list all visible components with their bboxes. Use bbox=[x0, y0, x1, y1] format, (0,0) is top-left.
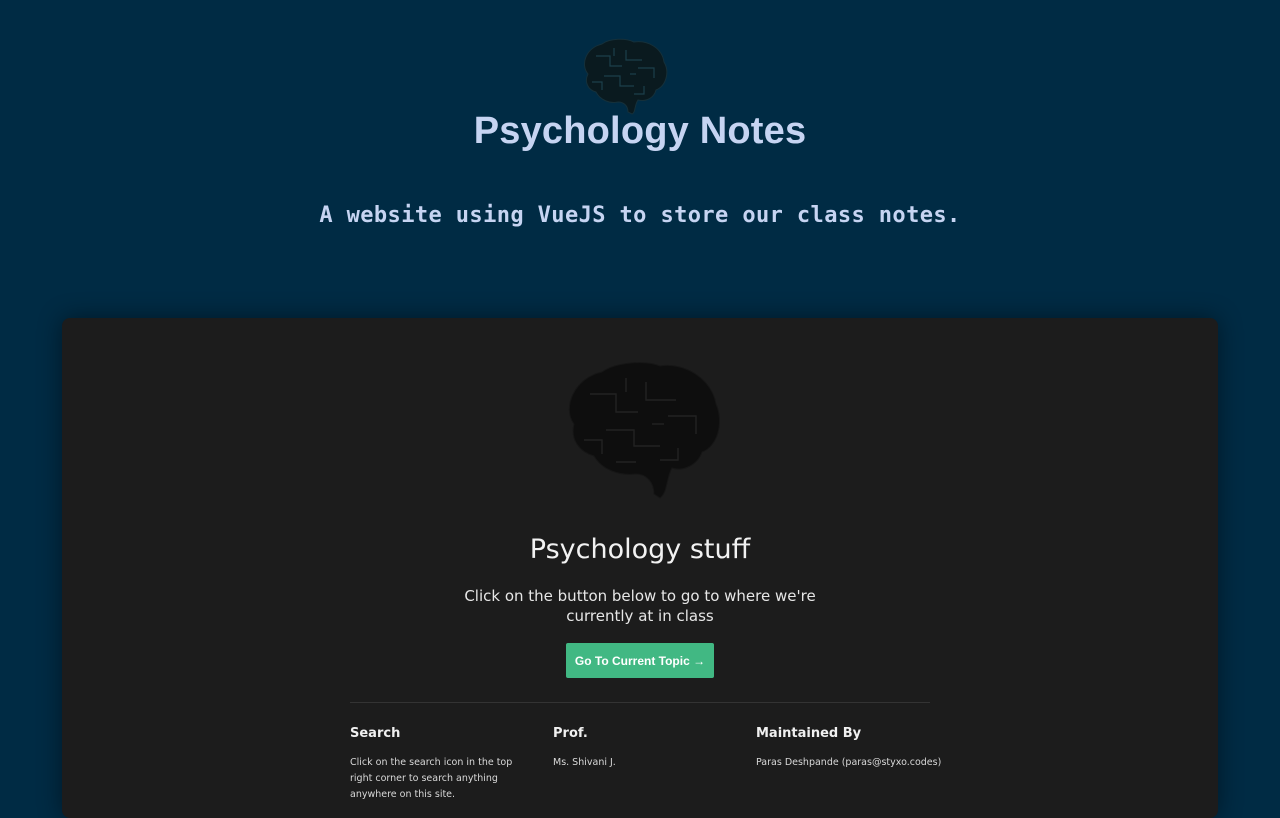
brain-icon bbox=[568, 362, 720, 499]
footer-divider bbox=[350, 702, 930, 703]
footer-heading: Prof. bbox=[553, 726, 588, 741]
main-card: Psychology stuff Click on the button bel… bbox=[62, 318, 1218, 818]
footer-text: Ms. Shivani J. bbox=[553, 757, 616, 768]
footer-heading: Search bbox=[350, 726, 401, 741]
brain-icon bbox=[584, 38, 668, 115]
footer-maintainer-section: Maintained By Paras Deshpande (paras@sty… bbox=[756, 726, 956, 771]
footer-heading: Maintained By bbox=[756, 726, 862, 741]
card-title: Psychology stuff bbox=[529, 534, 751, 565]
site-header: Psychology Notes A website using VueJS t… bbox=[0, 0, 1280, 320]
footer-prof-section: Prof. Ms. Shivani J. bbox=[553, 726, 733, 771]
card-description: Click on the button below to go to where… bbox=[464, 587, 816, 625]
site-title: Psychology Notes bbox=[473, 110, 807, 152]
footer-text: Click on the search icon in the top righ… bbox=[350, 757, 513, 800]
footer-search-section: Search Click on the search icon in the t… bbox=[350, 726, 526, 803]
footer-text: Paras Deshpande (paras@styxo.codes) bbox=[756, 757, 942, 768]
site-tagline: A website using VueJS to store our class… bbox=[319, 203, 961, 228]
go-to-current-topic-button[interactable]: Go To Current Topic → bbox=[566, 643, 714, 678]
